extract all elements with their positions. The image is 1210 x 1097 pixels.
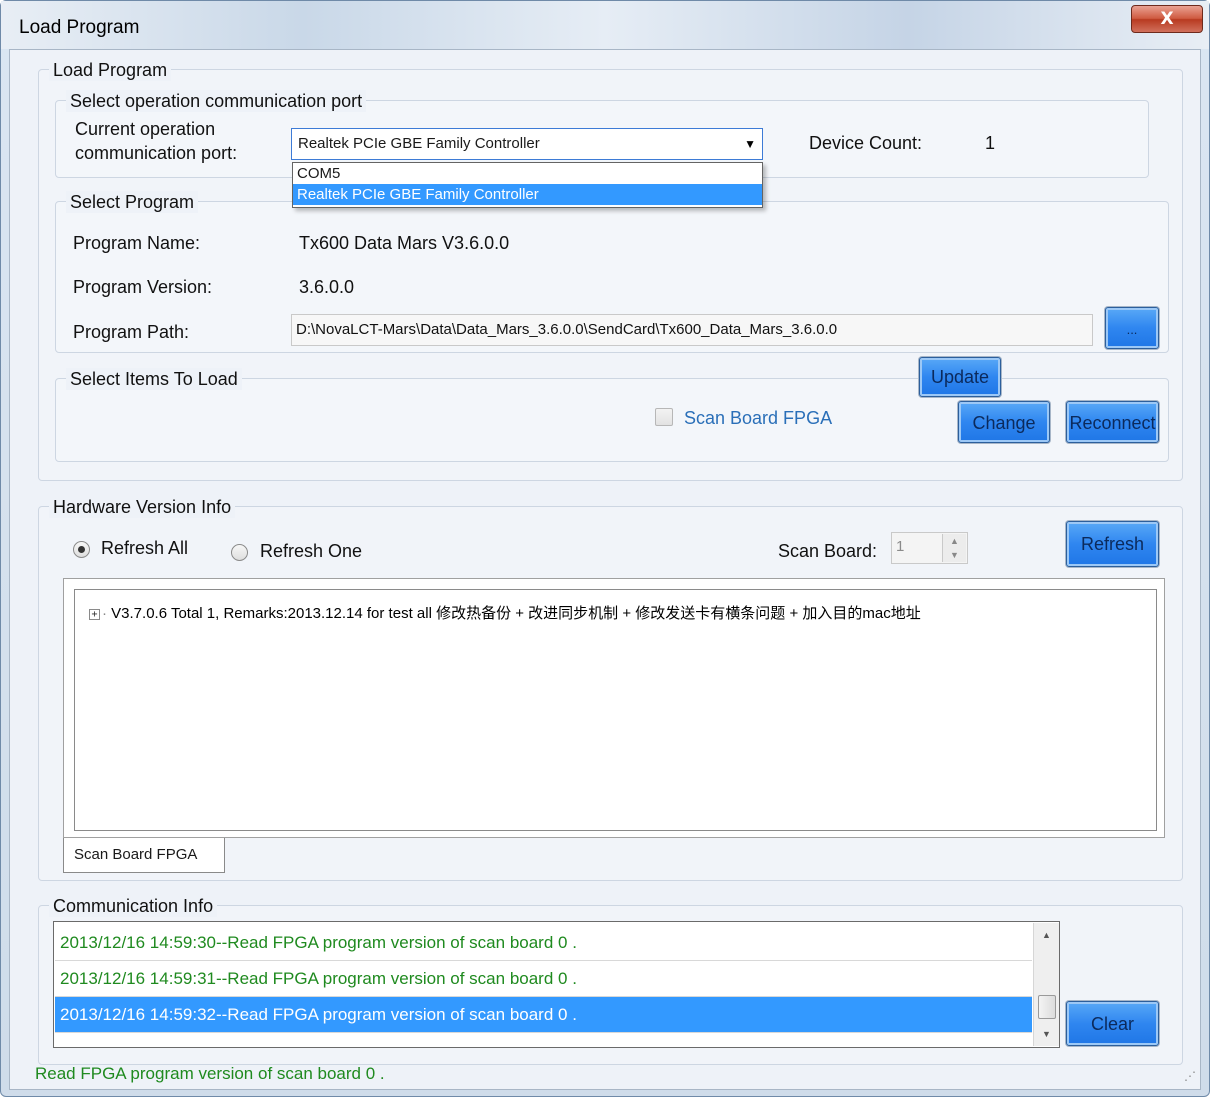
port-option-selected[interactable]: Realtek PCIe GBE Family Controller [293,184,762,205]
browse-button[interactable]: ... [1105,307,1159,349]
title-bar[interactable]: Load Program X [1,1,1209,49]
resize-grip-icon[interactable]: ⋰ [1184,1069,1196,1083]
refresh-one-label[interactable]: Refresh One [260,541,362,562]
port-combobox[interactable]: Realtek PCIe GBE Family Controller ▼ [291,128,763,160]
program-path-field[interactable]: D:\NovaLCT-Mars\Data\Data_Mars_3.6.0.0\S… [291,314,1093,346]
log-entry-selected[interactable]: 2013/12/16 14:59:32--Read FPGA program v… [55,997,1032,1033]
port-option[interactable]: COM5 [293,163,762,184]
scan-board-fpga-checkbox-label[interactable]: Scan Board FPGA [684,408,832,429]
spinner-down-icon[interactable]: ▼ [943,548,966,562]
port-group-title: Select operation communication port [66,90,367,112]
scan-board-spinner[interactable]: 1 ▲ ▼ [891,532,968,564]
port-label-line2: communication port: [75,143,238,163]
update-button[interactable]: Update [919,357,1001,397]
window-title: Load Program [19,17,140,38]
chevron-down-icon[interactable]: ▼ [744,129,756,159]
spinner-up-icon[interactable]: ▲ [943,534,966,548]
refresh-button[interactable]: Refresh [1066,521,1159,567]
program-version-value: 3.6.0.0 [299,277,355,297]
close-icon: X [1160,9,1174,29]
clear-button[interactable]: Clear [1066,1001,1159,1046]
program-name-value: Tx600 Data Mars V3.6.0.0 [299,233,510,253]
program-name-label: Program Name: [73,233,201,253]
load-program-group-title: Load Program [49,59,172,81]
spinner-buttons[interactable]: ▲ ▼ [942,534,966,562]
communication-info-group-title: Communication Info [49,895,218,917]
device-count-label: Device Count: [809,133,923,153]
close-button[interactable]: X [1131,5,1203,33]
scan-board-spinner-value: 1 [896,538,905,555]
status-bar-text: Read FPGA program version of scan board … [35,1064,385,1083]
select-program-group-title: Select Program [66,191,199,213]
version-tree[interactable]: + · V3.7.0.6 Total 1, Remarks:2013.12.14 … [74,589,1157,831]
tab-scan-board-fpga[interactable]: Scan Board FPGA [63,838,225,873]
port-selected-value: Realtek PCIe GBE Family Controller [298,135,540,152]
communication-log[interactable]: 2013/12/16 14:59:30--Read FPGA program v… [53,921,1060,1048]
program-path-label: Program Path: [73,322,190,342]
tree-row-text: V3.7.0.6 Total 1, Remarks:2013.12.14 for… [111,605,921,622]
program-version-label: Program Version: [73,277,213,297]
expand-plus-icon[interactable]: + [89,609,100,620]
refresh-all-radio[interactable] [73,541,90,558]
log-entry[interactable]: 2013/12/16 14:59:30--Read FPGA program v… [55,925,1032,961]
hardware-version-group-title: Hardware Version Info [49,496,236,518]
scroll-down-icon[interactable]: ▼ [1034,1024,1059,1044]
refresh-one-radio[interactable] [231,544,248,561]
log-scrollbar[interactable]: ▲ ▼ [1033,923,1059,1046]
reconnect-button[interactable]: Reconnect [1066,401,1159,443]
port-dropdown-list: COM5 Realtek PCIe GBE Family Controller [292,162,763,208]
tree-row[interactable]: + · V3.7.0.6 Total 1, Remarks:2013.12.14 … [89,602,921,623]
scroll-up-icon[interactable]: ▲ [1034,925,1059,945]
refresh-all-label[interactable]: Refresh All [101,538,188,559]
scan-board-label: Scan Board: [778,541,878,561]
scan-board-fpga-checkbox[interactable] [655,408,673,426]
scroll-thumb[interactable] [1038,995,1056,1019]
change-button[interactable]: Change [958,401,1050,443]
select-items-group-title: Select Items To Load [66,368,242,390]
load-program-window: Load Program X Load Program Select opera… [0,0,1210,1097]
log-entry[interactable]: 2013/12/16 14:59:31--Read FPGA program v… [55,961,1032,997]
port-label-line1: Current operation [75,119,216,139]
device-count-value: 1 [985,133,996,153]
